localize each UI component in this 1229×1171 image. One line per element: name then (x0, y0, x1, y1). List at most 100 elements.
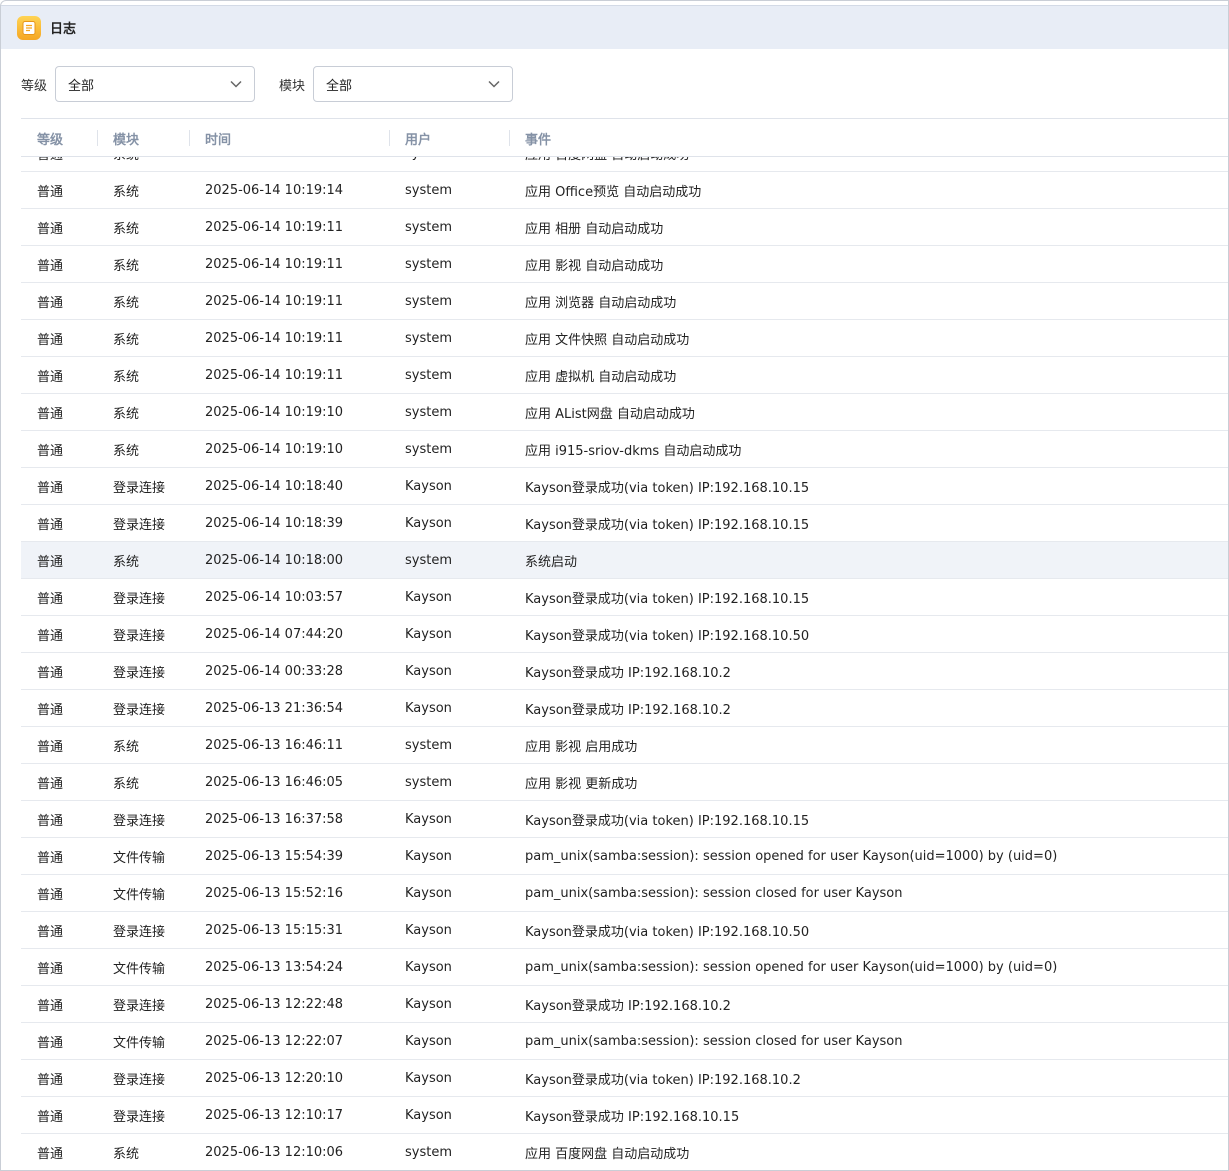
table-row[interactable]: 普通 文件传输 2025-06-13 12:22:07 Kayson pam_unix(… (21, 1023, 1228, 1060)
table-row[interactable]: 普通 文件传输 2025-06-13 15:52:16 Kayson pam_unix(… (21, 875, 1228, 912)
cell-level: 普通 (37, 481, 64, 496)
module-filter-label: 模块 (279, 78, 306, 94)
cell-user: Kayson (405, 923, 452, 938)
cell-module: 文件传输 (113, 851, 166, 866)
cell-time: 2025-06-14 10:18:00 (205, 553, 344, 568)
cell-event: Kayson登录成功(via token) IP:192.168.10.2 (525, 1073, 801, 1088)
cell-time: 2025-06-13 12:10:17 (205, 1108, 344, 1123)
cell-level: 普通 (37, 814, 64, 829)
table-row[interactable]: 普通 系统 2025-06-14 10:19:11 system 应用 影视 自动启动成… (21, 246, 1228, 283)
cell-time: 2025-06-13 12:22:48 (205, 997, 344, 1012)
cell-user: system (405, 1145, 452, 1160)
column-header-event[interactable]: 事件 (509, 119, 551, 157)
cell-time: 2025-06-13 12:22:07 (205, 1034, 344, 1049)
cell-module: 登录连接 (113, 925, 166, 940)
cell-event: 应用 相册 自动启动成功 (525, 222, 664, 237)
cell-user: system (405, 183, 452, 198)
cell-module: 文件传输 (113, 962, 166, 977)
cell-module: 系统 (113, 333, 140, 348)
cell-user: Kayson (405, 664, 452, 679)
table-row[interactable]: 普通 登录连接 2025-06-13 12:20:10 Kayson Kayson登录成… (21, 1060, 1228, 1097)
cell-level: 普通 (37, 592, 64, 607)
cell-user: Kayson (405, 479, 452, 494)
cell-level: 普通 (37, 999, 64, 1014)
filter-bar: 等级 全部 模块 全部 (21, 66, 514, 102)
cell-module: 系统 (113, 555, 140, 570)
table-row[interactable]: 普通 登录连接 2025-06-14 00:33:28 Kayson Kayson登录成… (21, 653, 1228, 690)
table-row[interactable]: 普通 系统 2025-06-14 10:19:11 system 应用 文件快照 自动启… (21, 320, 1228, 357)
table-row[interactable]: 普通 系统 2025-06-14 10:18:00 system 系统启动 (21, 542, 1228, 579)
table-row[interactable]: 普通 系统 2025-06-14 10:19:10 system 应用 AList网盘 … (21, 394, 1228, 431)
cell-module: 系统 (113, 444, 140, 459)
table-row[interactable]: 普通 登录连接 2025-06-14 10:18:39 Kayson Kayson登录成… (21, 505, 1228, 542)
column-header-time[interactable]: 时间 (189, 119, 231, 157)
cell-level: 普通 (37, 259, 64, 274)
table-row[interactable]: 普通 登录连接 2025-06-14 10:03:57 Kayson Kayson登录成… (21, 579, 1228, 616)
table-row[interactable]: 普通 文件传输 2025-06-13 13:54:24 Kayson pam_unix(… (21, 949, 1228, 986)
cell-level: 普通 (37, 1147, 64, 1162)
table-row[interactable]: 普通 系统 2025-06-14 10:19:11 system 应用 相册 自动启动成… (21, 209, 1228, 246)
module-filter-value: 全部 (326, 78, 353, 94)
cell-time: 2025-06-13 16:46:11 (205, 738, 344, 753)
module-filter-select[interactable]: 全部 (313, 66, 514, 102)
title-bar[interactable]: 日志 (1, 5, 1228, 49)
table-row[interactable]: 普通 系统 2025-06-14 10:19:11 system 应用 浏览器 自动启动… (21, 283, 1228, 320)
cell-module: 系统 (113, 407, 140, 422)
cell-time: 2025-06-14 10:19:10 (205, 405, 344, 420)
table-row[interactable]: 普通 登录连接 2025-06-13 16:37:58 Kayson Kayson登录成… (21, 801, 1228, 838)
cell-module: 文件传输 (113, 888, 166, 903)
table-row[interactable]: 普通 系统 2025-06-14 10:19:10 system 应用 i915-sri… (21, 431, 1228, 468)
table-row[interactable]: 普通 系统 2025-06-13 16:46:05 system 应用 影视 更新成功 (21, 764, 1228, 801)
cell-module: 登录连接 (113, 592, 166, 607)
cell-module: 登录连接 (113, 1073, 166, 1088)
table-row[interactable]: 普通 登录连接 2025-06-13 12:22:48 Kayson Kayson登录成… (21, 986, 1228, 1023)
chevron-down-icon (488, 80, 500, 88)
cell-time: 2025-06-13 15:54:39 (205, 849, 344, 864)
table-row[interactable]: 普通 系统 2025-06-13 12:10:06 system 应用 百度网盘 自动启… (21, 1134, 1228, 1170)
table-row[interactable]: 普通 登录连接 2025-06-13 15:15:31 Kayson Kayson登录成… (21, 912, 1228, 949)
table-row[interactable]: 普通 登录连接 2025-06-14 10:18:40 Kayson Kayson登录成… (21, 468, 1228, 505)
cell-event: Kayson登录成功(via token) IP:192.168.10.15 (525, 592, 810, 607)
chevron-down-icon (230, 80, 242, 88)
table-row[interactable]: 普通 登录连接 2025-06-13 21:36:54 Kayson Kayson登录成… (21, 690, 1228, 727)
table-header: 等级 模块 时间 用户 事件 (21, 119, 1228, 157)
level-filter-select[interactable]: 全部 (55, 66, 256, 102)
cell-user: system (405, 553, 452, 568)
cell-event: 应用 影视 更新成功 (525, 777, 638, 792)
cell-event: Kayson登录成功(via token) IP:192.168.10.15 (525, 518, 810, 533)
cell-level: 普通 (37, 555, 64, 570)
table-row[interactable]: 普通 系统 2025-06-13 16:46:11 system 应用 影视 启用成功 (21, 727, 1228, 764)
cell-event: Kayson登录成功 IP:192.168.10.2 (525, 666, 731, 681)
cell-time: 2025-06-14 10:19:11 (205, 220, 344, 235)
table-row[interactable]: 普通 登录连接 2025-06-13 12:10:17 Kayson Kayson登录成… (21, 1097, 1228, 1134)
log-table: 等级 模块 时间 用户 事件 普通系统2025-06-14 10:19:15sy… (21, 118, 1228, 1170)
cell-event: 应用 百度网盘 自动启动成功 (525, 1147, 690, 1162)
cell-event: Kayson登录成功(via token) IP:192.168.10.15 (525, 481, 810, 496)
cell-event: Kayson登录成功(via token) IP:192.168.10.50 (525, 629, 810, 644)
cell-module: 登录连接 (113, 666, 166, 681)
cell-level: 普通 (37, 629, 64, 644)
column-header-user[interactable]: 用户 (389, 119, 431, 157)
cell-user: system (405, 738, 452, 753)
table-row[interactable]: 普通 系统 2025-06-14 10:19:14 system 应用 Office预览… (21, 172, 1228, 209)
cell-event: Kayson登录成功(via token) IP:192.168.10.50 (525, 925, 810, 940)
table-row[interactable]: 普通 文件传输 2025-06-13 15:54:39 Kayson pam_unix(… (21, 838, 1228, 875)
cell-time: 2025-06-13 12:20:10 (205, 1071, 344, 1086)
cell-time: 2025-06-14 00:33:28 (205, 664, 344, 679)
column-header-module[interactable]: 模块 (97, 119, 139, 157)
cell-event: Kayson登录成功(via token) IP:192.168.10.15 (525, 814, 810, 829)
cell-time: 2025-06-14 10:19:11 (205, 331, 344, 346)
cell-module: 登录连接 (113, 481, 166, 496)
cell-level: 普通 (37, 925, 64, 940)
cell-event: 系统启动 (525, 555, 578, 570)
column-header-level[interactable]: 等级 (37, 119, 63, 157)
table-row[interactable]: 普通 登录连接 2025-06-14 07:44:20 Kayson Kayson登录成… (21, 616, 1228, 653)
cell-event: 应用 i915-sriov-dkms 自动启动成功 (525, 444, 742, 459)
cell-time: 2025-06-13 15:15:31 (205, 923, 344, 938)
cell-user: Kayson (405, 960, 452, 975)
cell-level: 普通 (37, 703, 64, 718)
cell-module: 系统 (113, 259, 140, 274)
level-filter-label: 等级 (21, 78, 48, 94)
table-body: 普通系统2025-06-14 10:19:15system应用 百度网盘 自动启… (21, 135, 1228, 1170)
table-row[interactable]: 普通 系统 2025-06-14 10:19:11 system 应用 虚拟机 自动启动… (21, 357, 1228, 394)
